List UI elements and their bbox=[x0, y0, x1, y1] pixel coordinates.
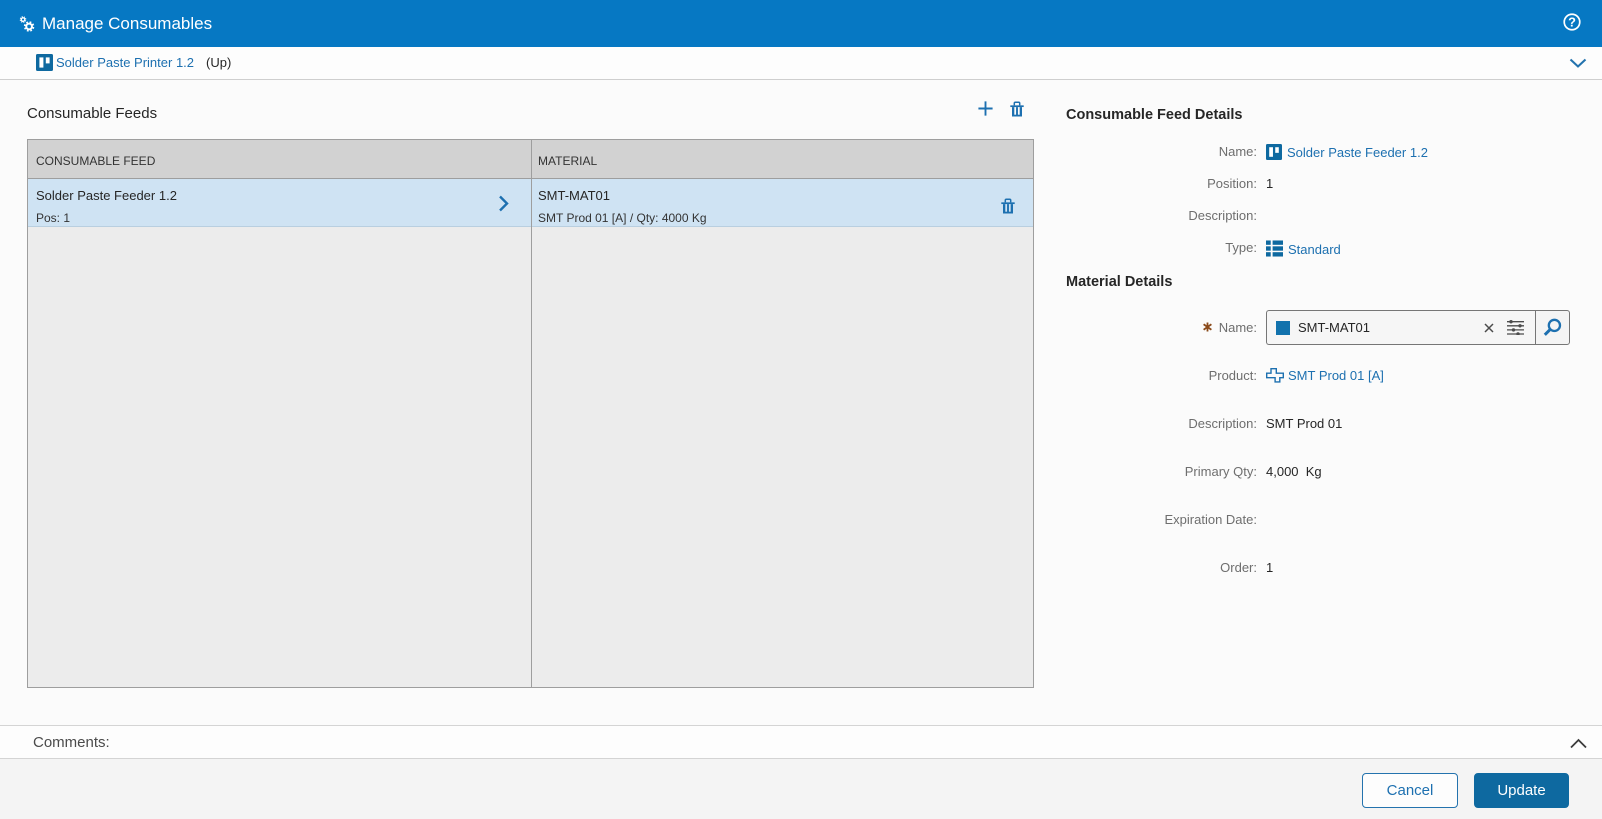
svg-text:?: ? bbox=[1568, 15, 1576, 30]
